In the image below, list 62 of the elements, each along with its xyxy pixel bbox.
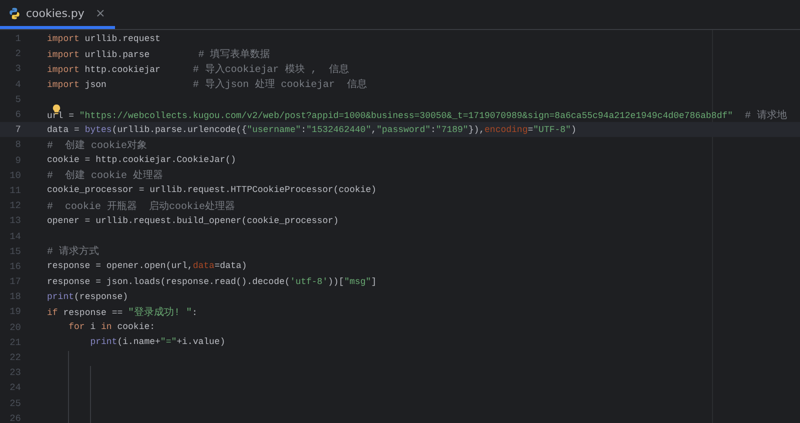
code-token: ] <box>371 276 376 287</box>
code-token: in <box>101 322 112 332</box>
code-token: }), <box>468 124 485 135</box>
code-token: ))[ <box>328 276 344 287</box>
code-token: "username" <box>246 124 301 135</box>
code-token: cookie_processor = urllib.request.HTTPCookieProcessor(cookie) <box>47 185 376 196</box>
code-token: # 创建 cookie对象 <box>47 140 148 152</box>
code-token: "password" <box>376 124 431 135</box>
code-token: # 填写表单数据 <box>198 50 270 61</box>
close-icon[interactable]: × <box>95 6 106 20</box>
code-token: # 导入json 处理 cookiejar 信息 <box>192 80 367 92</box>
code-token: data = <box>47 124 80 135</box>
code-token: # 请求方式 <box>47 247 100 258</box>
code-token: if <box>47 308 58 318</box>
code-token: = <box>528 124 534 135</box>
code-token: "1532462440" <box>306 124 372 135</box>
code-token: # cookie 开瓶器 启动cookie处理器 <box>47 202 236 213</box>
code-token: response = opener.open(url, <box>47 261 193 272</box>
code-token: url = <box>47 110 76 121</box>
code-token: encoding <box>484 124 528 135</box>
code-token: "=" <box>160 337 177 348</box>
code-token: import <box>47 50 80 60</box>
code-token: "https://webcollects.kugou.com/v2/web/post?appid=1000&business=30050&_t=1719070989&sign=8a6ca55c94a212e1949c4d0e786ab8df" <box>79 110 733 121</box>
code-token: for <box>68 322 85 332</box>
code-token: : <box>430 124 436 135</box>
code-token: http.cookiejar <box>84 64 162 75</box>
line-number: 7 <box>14 124 21 136</box>
code-token: bytes <box>84 124 112 135</box>
code-token: : <box>192 308 198 318</box>
code-token: opener = urllib.request.build_opener(cookie_processor) <box>47 216 339 226</box>
code-token: : <box>300 124 306 135</box>
file-tab[interactable]: cookies.py × <box>0 0 116 29</box>
code-token: "登录成功! " <box>128 308 192 319</box>
code-token: , <box>371 124 376 135</box>
code-token: # 导入cookiejar 模块 , 信息 <box>192 64 349 76</box>
code-token: json <box>84 80 108 90</box>
python-icon <box>8 6 21 20</box>
code-token: import <box>47 64 80 75</box>
code-token: (i.name+ <box>117 337 160 348</box>
code-token: urllib.request <box>84 34 160 44</box>
code-token: response = json.loads(response.read().decode( <box>47 276 290 287</box>
code-token: (response) <box>74 292 128 302</box>
code-token: ) <box>570 124 576 135</box>
code-token: import <box>47 34 80 44</box>
code-token: =data) <box>214 261 247 272</box>
code-token: "msg" <box>344 276 372 287</box>
code-token: import <box>47 80 80 90</box>
code-token: "UTF-8" <box>533 124 571 135</box>
code-token: +i.value) <box>176 337 226 348</box>
code-token: cookie: <box>116 322 156 332</box>
code-token: # 创建 cookie 处理器 <box>47 171 164 182</box>
code-token: 'utf-8' <box>290 276 328 287</box>
code-token: data <box>192 261 214 272</box>
code-token: "7189" <box>436 124 468 135</box>
code-token: response == <box>62 308 124 318</box>
code-token: print <box>47 292 74 302</box>
code-token: (urllib.parse.urlencode({ <box>112 124 247 135</box>
code-token: i <box>89 322 97 332</box>
code-token: cookie = http.cookiejar.CookieJar() <box>47 155 236 166</box>
code-token: urllib.parse <box>84 50 151 60</box>
code-token: print <box>90 337 118 348</box>
code-token: # 请求地 <box>744 110 787 122</box>
